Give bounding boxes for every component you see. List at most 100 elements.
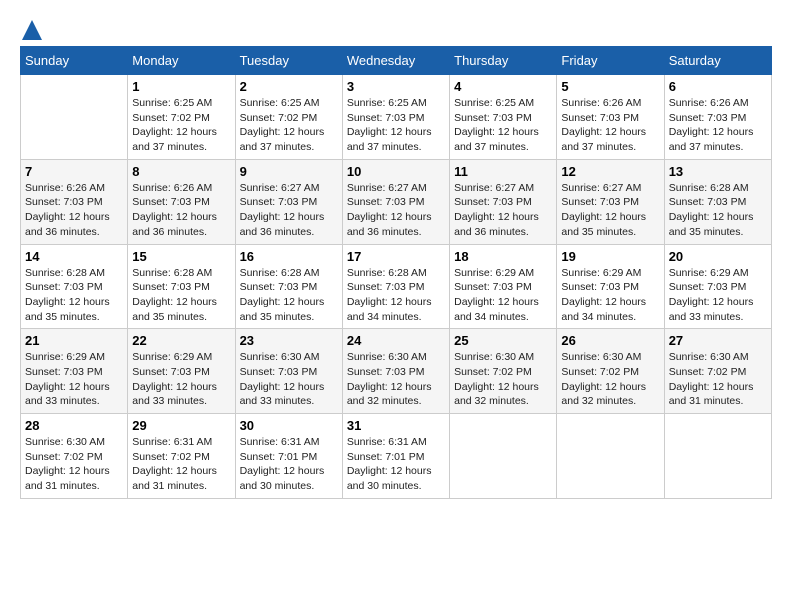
day-number: 20 bbox=[669, 249, 767, 264]
week-row-1: 1 Sunrise: 6:25 AMSunset: 7:02 PMDaylight… bbox=[21, 75, 772, 160]
calendar-cell: 15 Sunrise: 6:28 AMSunset: 7:03 PMDayligh… bbox=[128, 244, 235, 329]
day-info: Sunrise: 6:26 AMSunset: 7:03 PMDaylight:… bbox=[132, 181, 230, 240]
header-row: SundayMondayTuesdayWednesdayThursdayFrid… bbox=[21, 47, 772, 75]
page-header bbox=[20, 20, 772, 36]
day-number: 1 bbox=[132, 79, 230, 94]
day-info: Sunrise: 6:29 AMSunset: 7:03 PMDaylight:… bbox=[25, 350, 123, 409]
calendar-cell: 17 Sunrise: 6:28 AMSunset: 7:03 PMDayligh… bbox=[342, 244, 449, 329]
calendar-table: SundayMondayTuesdayWednesdayThursdayFrid… bbox=[20, 46, 772, 499]
day-number: 26 bbox=[561, 333, 659, 348]
day-info: Sunrise: 6:31 AMSunset: 7:02 PMDaylight:… bbox=[132, 435, 230, 494]
day-number: 5 bbox=[561, 79, 659, 94]
calendar-cell: 14 Sunrise: 6:28 AMSunset: 7:03 PMDayligh… bbox=[21, 244, 128, 329]
day-number: 21 bbox=[25, 333, 123, 348]
calendar-cell: 12Sunrise: 6:27 AMSunset: 7:03 PMDayligh… bbox=[557, 159, 664, 244]
day-number: 4 bbox=[454, 79, 552, 94]
day-header-monday: Monday bbox=[128, 47, 235, 75]
day-number: 14 bbox=[25, 249, 123, 264]
calendar-cell bbox=[450, 414, 557, 499]
day-header-wednesday: Wednesday bbox=[342, 47, 449, 75]
day-info: Sunrise: 6:26 AMSunset: 7:03 PMDaylight:… bbox=[669, 96, 767, 155]
day-info: Sunrise: 6:30 AMSunset: 7:02 PMDaylight:… bbox=[561, 350, 659, 409]
calendar-cell: 3 Sunrise: 6:25 AMSunset: 7:03 PMDaylight… bbox=[342, 75, 449, 160]
day-number: 25 bbox=[454, 333, 552, 348]
week-row-2: 7 Sunrise: 6:26 AMSunset: 7:03 PMDaylight… bbox=[21, 159, 772, 244]
calendar-cell bbox=[557, 414, 664, 499]
day-info: Sunrise: 6:29 AMSunset: 7:03 PMDaylight:… bbox=[669, 266, 767, 325]
calendar-cell: 19Sunrise: 6:29 AMSunset: 7:03 PMDayligh… bbox=[557, 244, 664, 329]
day-number: 11 bbox=[454, 164, 552, 179]
day-number: 6 bbox=[669, 79, 767, 94]
calendar-cell: 26 Sunrise: 6:30 AMSunset: 7:02 PMDayligh… bbox=[557, 329, 664, 414]
day-number: 2 bbox=[240, 79, 338, 94]
day-info: Sunrise: 6:30 AMSunset: 7:02 PMDaylight:… bbox=[25, 435, 123, 494]
calendar-cell: 31 Sunrise: 6:31 AMSunset: 7:01 PMDayligh… bbox=[342, 414, 449, 499]
day-number: 23 bbox=[240, 333, 338, 348]
day-number: 18 bbox=[454, 249, 552, 264]
calendar-cell: 21 Sunrise: 6:29 AMSunset: 7:03 PMDayligh… bbox=[21, 329, 128, 414]
day-number: 15 bbox=[132, 249, 230, 264]
calendar-cell: 8 Sunrise: 6:26 AMSunset: 7:03 PMDaylight… bbox=[128, 159, 235, 244]
day-header-thursday: Thursday bbox=[450, 47, 557, 75]
day-number: 10 bbox=[347, 164, 445, 179]
week-row-4: 21 Sunrise: 6:29 AMSunset: 7:03 PMDayligh… bbox=[21, 329, 772, 414]
calendar-cell: 6 Sunrise: 6:26 AMSunset: 7:03 PMDaylight… bbox=[664, 75, 771, 160]
calendar-cell: 2 Sunrise: 6:25 AMSunset: 7:02 PMDaylight… bbox=[235, 75, 342, 160]
calendar-cell bbox=[21, 75, 128, 160]
day-info: Sunrise: 6:25 AMSunset: 7:02 PMDaylight:… bbox=[132, 96, 230, 155]
day-info: Sunrise: 6:28 AMSunset: 7:03 PMDaylight:… bbox=[132, 266, 230, 325]
day-number: 8 bbox=[132, 164, 230, 179]
day-number: 7 bbox=[25, 164, 123, 179]
day-number: 31 bbox=[347, 418, 445, 433]
day-number: 27 bbox=[669, 333, 767, 348]
day-info: Sunrise: 6:30 AMSunset: 7:02 PMDaylight:… bbox=[669, 350, 767, 409]
day-info: Sunrise: 6:29 AMSunset: 7:03 PMDaylight:… bbox=[454, 266, 552, 325]
day-info: Sunrise: 6:28 AMSunset: 7:03 PMDaylight:… bbox=[240, 266, 338, 325]
calendar-cell: 29Sunrise: 6:31 AMSunset: 7:02 PMDayligh… bbox=[128, 414, 235, 499]
day-info: Sunrise: 6:27 AMSunset: 7:03 PMDaylight:… bbox=[240, 181, 338, 240]
day-header-saturday: Saturday bbox=[664, 47, 771, 75]
day-number: 16 bbox=[240, 249, 338, 264]
calendar-cell bbox=[664, 414, 771, 499]
day-info: Sunrise: 6:25 AMSunset: 7:03 PMDaylight:… bbox=[347, 96, 445, 155]
day-info: Sunrise: 6:29 AMSunset: 7:03 PMDaylight:… bbox=[561, 266, 659, 325]
calendar-cell: 7Sunrise: 6:26 AMSunset: 7:03 PMDaylight… bbox=[21, 159, 128, 244]
week-row-3: 14 Sunrise: 6:28 AMSunset: 7:03 PMDayligh… bbox=[21, 244, 772, 329]
day-header-friday: Friday bbox=[557, 47, 664, 75]
calendar-cell: 16 Sunrise: 6:28 AMSunset: 7:03 PMDayligh… bbox=[235, 244, 342, 329]
day-info: Sunrise: 6:30 AMSunset: 7:02 PMDaylight:… bbox=[454, 350, 552, 409]
day-info: Sunrise: 6:28 AMSunset: 7:03 PMDaylight:… bbox=[25, 266, 123, 325]
calendar-cell: 22 Sunrise: 6:29 AMSunset: 7:03 PMDayligh… bbox=[128, 329, 235, 414]
calendar-cell: 18 Sunrise: 6:29 AMSunset: 7:03 PMDayligh… bbox=[450, 244, 557, 329]
week-row-5: 28 Sunrise: 6:30 AMSunset: 7:02 PMDayligh… bbox=[21, 414, 772, 499]
day-info: Sunrise: 6:27 AMSunset: 7:03 PMDaylight:… bbox=[561, 181, 659, 240]
day-info: Sunrise: 6:31 AMSunset: 7:01 PMDaylight:… bbox=[347, 435, 445, 494]
day-number: 28 bbox=[25, 418, 123, 433]
calendar-cell: 28 Sunrise: 6:30 AMSunset: 7:02 PMDayligh… bbox=[21, 414, 128, 499]
day-info: Sunrise: 6:30 AMSunset: 7:03 PMDaylight:… bbox=[347, 350, 445, 409]
calendar-cell: 1 Sunrise: 6:25 AMSunset: 7:02 PMDaylight… bbox=[128, 75, 235, 160]
day-info: Sunrise: 6:27 AMSunset: 7:03 PMDaylight:… bbox=[347, 181, 445, 240]
day-info: Sunrise: 6:25 AMSunset: 7:03 PMDaylight:… bbox=[454, 96, 552, 155]
logo bbox=[20, 20, 42, 36]
day-info: Sunrise: 6:31 AMSunset: 7:01 PMDaylight:… bbox=[240, 435, 338, 494]
day-info: Sunrise: 6:25 AMSunset: 7:02 PMDaylight:… bbox=[240, 96, 338, 155]
day-number: 24 bbox=[347, 333, 445, 348]
calendar-cell: 30 Sunrise: 6:31 AMSunset: 7:01 PMDayligh… bbox=[235, 414, 342, 499]
calendar-cell: 5 Sunrise: 6:26 AMSunset: 7:03 PMDaylight… bbox=[557, 75, 664, 160]
day-info: Sunrise: 6:26 AMSunset: 7:03 PMDaylight:… bbox=[561, 96, 659, 155]
day-header-tuesday: Tuesday bbox=[235, 47, 342, 75]
calendar-cell: 24 Sunrise: 6:30 AMSunset: 7:03 PMDayligh… bbox=[342, 329, 449, 414]
day-header-sunday: Sunday bbox=[21, 47, 128, 75]
calendar-cell: 10 Sunrise: 6:27 AMSunset: 7:03 PMDayligh… bbox=[342, 159, 449, 244]
logo-icon bbox=[22, 20, 42, 40]
day-info: Sunrise: 6:28 AMSunset: 7:03 PMDaylight:… bbox=[347, 266, 445, 325]
day-number: 22 bbox=[132, 333, 230, 348]
day-info: Sunrise: 6:27 AMSunset: 7:03 PMDaylight:… bbox=[454, 181, 552, 240]
day-info: Sunrise: 6:29 AMSunset: 7:03 PMDaylight:… bbox=[132, 350, 230, 409]
day-number: 3 bbox=[347, 79, 445, 94]
day-number: 30 bbox=[240, 418, 338, 433]
calendar-cell: 4 Sunrise: 6:25 AMSunset: 7:03 PMDaylight… bbox=[450, 75, 557, 160]
calendar-cell: 9Sunrise: 6:27 AMSunset: 7:03 PMDaylight… bbox=[235, 159, 342, 244]
day-number: 17 bbox=[347, 249, 445, 264]
